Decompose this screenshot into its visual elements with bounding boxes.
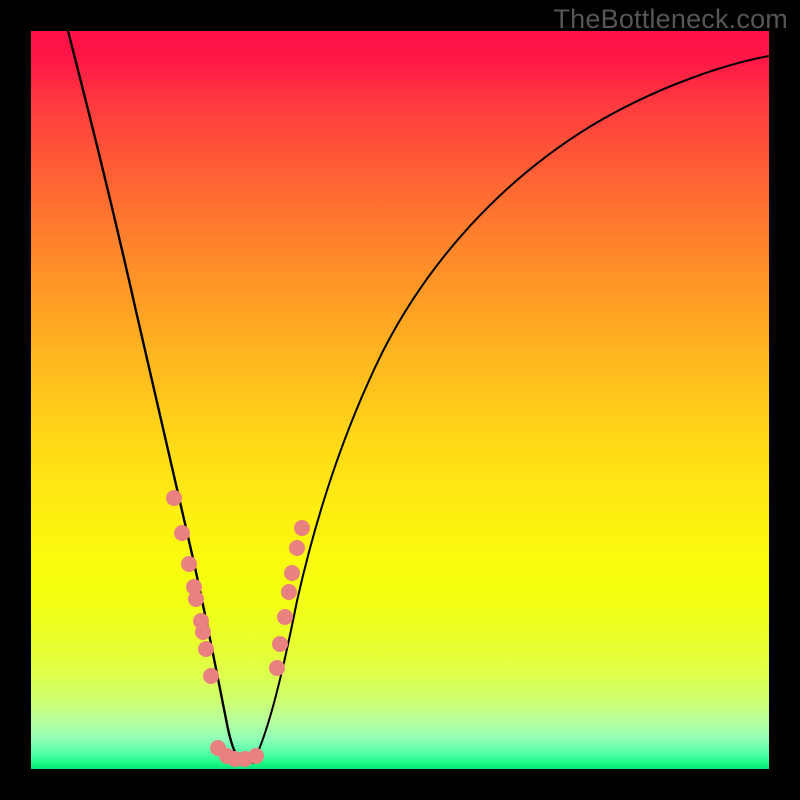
data-dot xyxy=(294,520,310,536)
data-dot xyxy=(174,525,190,541)
data-dot xyxy=(166,490,182,506)
data-dot xyxy=(248,748,264,764)
plot-area xyxy=(31,31,769,769)
watermark: TheBottleneck.com xyxy=(553,4,788,35)
data-dot xyxy=(188,591,204,607)
data-dot xyxy=(195,624,211,640)
data-dot xyxy=(181,556,197,572)
data-dot xyxy=(272,636,288,652)
data-dot xyxy=(269,660,285,676)
data-dot xyxy=(198,641,214,657)
data-dot xyxy=(203,668,219,684)
right-curve xyxy=(253,56,769,763)
data-dot xyxy=(289,540,305,556)
chart-frame: TheBottleneck.com xyxy=(0,0,800,800)
data-dot xyxy=(277,609,293,625)
data-dot xyxy=(281,584,297,600)
data-dot xyxy=(284,565,300,581)
data-dots xyxy=(166,490,310,767)
curve-layer xyxy=(31,31,769,769)
left-curve xyxy=(68,31,241,761)
